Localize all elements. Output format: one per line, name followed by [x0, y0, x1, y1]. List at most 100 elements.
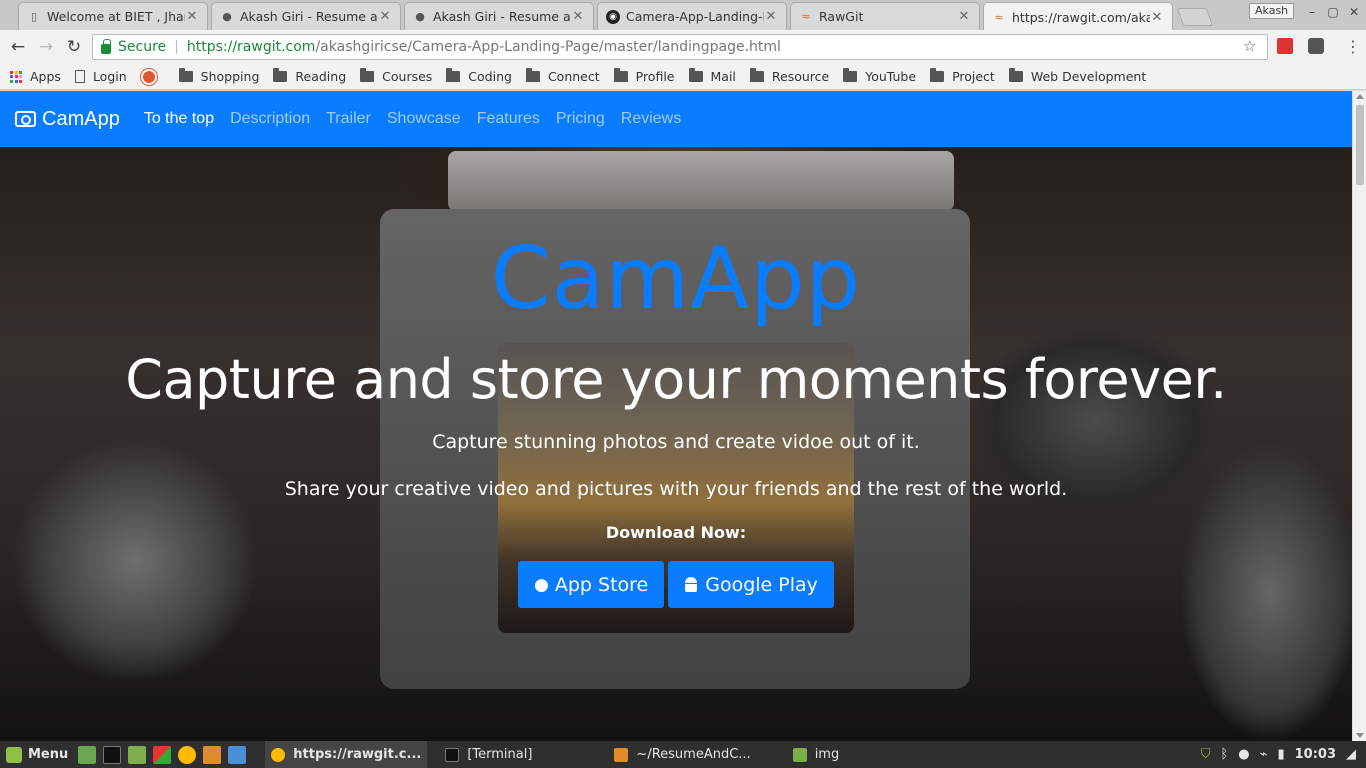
- bookmark-label: Reading: [295, 69, 347, 84]
- software-manager-icon[interactable]: [153, 745, 172, 764]
- taskbar-task-terminal[interactable]: [Terminal]: [439, 741, 538, 768]
- forward-arrow-icon[interactable]: →: [36, 37, 56, 57]
- site-navbar: CamApp To the top Description Trailer Sh…: [0, 91, 1352, 147]
- battery-icon[interactable]: ▮: [1277, 747, 1284, 762]
- nav-reviews[interactable]: Reviews: [621, 110, 681, 128]
- nav-showcase[interactable]: Showcase: [387, 110, 461, 128]
- scroll-down-icon[interactable]: [1356, 733, 1364, 738]
- browser-tab[interactable]: ≈ RawGit ✕: [790, 2, 980, 30]
- chrome-launcher-icon[interactable]: [178, 745, 197, 764]
- bookmark-star-icon[interactable]: ☆: [1243, 37, 1256, 55]
- rawgit-icon: ≈: [801, 10, 811, 23]
- taskbar-task-browser[interactable]: https://rawgit.c...: [265, 741, 428, 768]
- network-icon[interactable]: ⌁: [1260, 747, 1268, 762]
- terminal-launcher-icon[interactable]: [103, 745, 122, 764]
- bookmark-folder-project[interactable]: Project: [930, 68, 995, 84]
- browser-tab[interactable]: ● Akash Giri - Resume and CV ✕: [404, 2, 594, 30]
- menu-dots-icon[interactable]: ⋮: [1345, 37, 1361, 56]
- address-bar[interactable]: Secure | https://rawgit.com/akashgiricse…: [92, 34, 1268, 60]
- bookmark-folder-resource[interactable]: Resource: [749, 68, 829, 84]
- browser-tab[interactable]: ▯ Welcome at BIET , Jhansi ✕: [18, 2, 208, 30]
- volume-icon[interactable]: ◢: [1346, 747, 1356, 762]
- back-arrow-icon[interactable]: ←: [8, 37, 28, 57]
- nav-features[interactable]: Features: [477, 110, 540, 128]
- clock[interactable]: 10:03: [1295, 747, 1336, 762]
- bluetooth-icon[interactable]: ᛒ: [1220, 747, 1228, 762]
- new-tab-button[interactable]: [1176, 8, 1214, 26]
- url-host: https://rawgit.com: [186, 39, 316, 55]
- download-buttons: ● App Store Google Play: [518, 561, 838, 608]
- start-menu-button[interactable]: Menu: [0, 746, 68, 763]
- task-label: [Terminal]: [467, 747, 533, 762]
- taskbar-task-files[interactable]: img: [787, 741, 846, 768]
- close-tab-icon[interactable]: ✕: [571, 9, 585, 24]
- reload-icon[interactable]: ↻: [64, 37, 84, 57]
- nav-trailer[interactable]: Trailer: [326, 110, 371, 128]
- app-store-button[interactable]: ● App Store: [518, 561, 665, 608]
- bookmark-folder-courses[interactable]: Courses: [360, 68, 432, 84]
- scroll-up-icon[interactable]: [1356, 94, 1364, 99]
- browser-tab[interactable]: ● Akash Giri - Resume and CV ✕: [211, 2, 401, 30]
- bookmark-apps[interactable]: Apps: [10, 69, 61, 84]
- bookmark-folder-web-development[interactable]: Web Development: [1008, 68, 1146, 84]
- hero-overlay: [0, 91, 1352, 741]
- bookmark-extension-icon[interactable]: [1277, 38, 1293, 54]
- bookmark-folder-youtube[interactable]: YouTube: [843, 68, 916, 84]
- scrollbar-thumb[interactable]: [1356, 105, 1364, 185]
- bookmark-folder-coding[interactable]: Coding: [446, 68, 512, 84]
- bookmark-folder-connect[interactable]: Connect: [525, 68, 600, 84]
- close-tab-icon[interactable]: ✕: [764, 9, 778, 24]
- nav-to-the-top[interactable]: To the top: [144, 110, 214, 128]
- show-desktop-icon[interactable]: [78, 745, 97, 764]
- google-play-button[interactable]: Google Play: [668, 561, 834, 608]
- minimize-icon[interactable]: –: [1305, 5, 1319, 19]
- divider: |: [174, 39, 179, 55]
- bookmark-duckduckgo[interactable]: [140, 68, 165, 85]
- close-tab-icon[interactable]: ✕: [957, 9, 971, 24]
- google-play-label: Google Play: [705, 573, 818, 596]
- person-icon: ●: [222, 10, 232, 23]
- tab-title: Akash Giri - Resume and CV: [433, 9, 571, 24]
- camera-icon: [15, 111, 36, 127]
- nav-pricing[interactable]: Pricing: [556, 110, 605, 128]
- system-tray: ⛉ ᛒ ● ⌁ ▮ 10:03 ◢: [1191, 741, 1356, 768]
- bookmark-label: Coding: [468, 69, 512, 84]
- site-brand[interactable]: CamApp: [15, 108, 120, 131]
- task-label: img: [814, 747, 840, 762]
- rawgit-icon: ≈: [994, 10, 1004, 24]
- hero-line-1: Capture stunning photos and create vidoe…: [432, 431, 920, 453]
- folder-icon: [1008, 68, 1023, 82]
- person-icon: ●: [415, 10, 425, 23]
- bookmark-folder-shopping[interactable]: Shopping: [178, 68, 259, 84]
- taskbar-task-sublime[interactable]: ~/ResumeAndC...: [608, 741, 756, 768]
- close-window-icon[interactable]: ✕: [1347, 5, 1361, 19]
- url-path: /akashgiricse/Camera-App-Landing-Page/ma…: [315, 39, 781, 55]
- camera-launcher-icon[interactable]: [228, 745, 247, 764]
- user-icon[interactable]: ●: [1238, 747, 1249, 762]
- files-launcher-icon[interactable]: [128, 745, 147, 764]
- nav-description[interactable]: Description: [230, 110, 310, 128]
- browser-tab[interactable]: ◉ Camera-App-Landing-Page ✕: [597, 2, 787, 30]
- folder-icon: [446, 68, 461, 82]
- app-store-label: App Store: [554, 573, 649, 596]
- tab-title: Akash Giri - Resume and CV: [240, 9, 378, 24]
- pocket-extension-icon[interactable]: [1308, 38, 1324, 54]
- download-label: Download Now:: [605, 523, 747, 542]
- task-label: https://rawgit.c...: [293, 747, 422, 762]
- tab-title: Welcome at BIET , Jhansi: [47, 9, 185, 24]
- bookmark-folder-reading[interactable]: Reading: [273, 68, 347, 84]
- bookmark-folder-profile[interactable]: Profile: [613, 68, 675, 84]
- close-tab-icon[interactable]: ✕: [185, 9, 199, 24]
- profile-button[interactable]: Akash: [1249, 3, 1295, 19]
- page-scrollbar[interactable]: [1352, 91, 1366, 741]
- page-icon: [74, 70, 85, 83]
- browser-tab-active[interactable]: ≈ https://rawgit.com/akash ✕: [983, 2, 1173, 31]
- bookmark-login[interactable]: Login: [74, 69, 127, 84]
- shield-icon[interactable]: ⛉: [1201, 747, 1211, 762]
- close-tab-icon[interactable]: ✕: [1150, 10, 1164, 25]
- maximize-icon[interactable]: ▢: [1326, 5, 1340, 19]
- sublime-launcher-icon[interactable]: [203, 745, 222, 764]
- tab-title: RawGit: [819, 9, 864, 24]
- bookmark-folder-mail[interactable]: Mail: [688, 68, 736, 84]
- close-tab-icon[interactable]: ✕: [378, 9, 392, 24]
